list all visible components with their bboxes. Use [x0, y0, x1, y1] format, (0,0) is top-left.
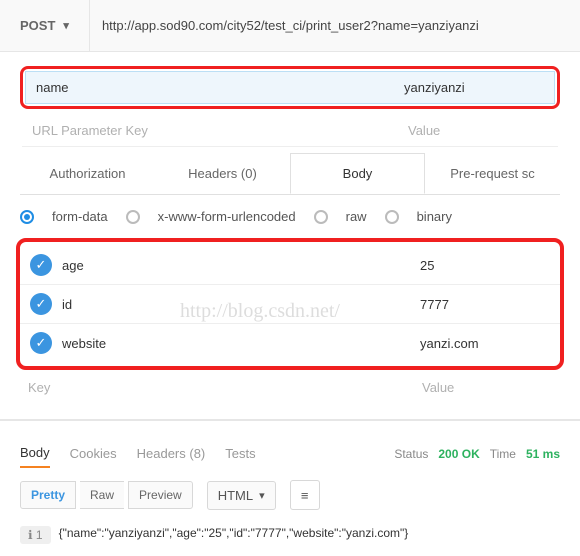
- divider: [0, 419, 580, 421]
- form-data-highlight-box: ✓ age 25 ✓ id 7777 ✓ website yanzi.com: [16, 238, 564, 370]
- url-input[interactable]: http://app.sod90.com/city52/test_ci/prin…: [90, 0, 580, 51]
- http-method-label: POST: [20, 18, 55, 33]
- response-viewbar: Pretty Raw Preview HTML ▾ ≡: [0, 468, 580, 522]
- params-highlight-box: name yanziyanzi: [20, 66, 560, 109]
- resp-tab-tests[interactable]: Tests: [225, 440, 255, 467]
- response-body-text: {"name":"yanziyanzi","age":"25","id":"77…: [59, 526, 409, 544]
- tab-prerequest[interactable]: Pre-request sc: [425, 153, 560, 194]
- form-key[interactable]: id: [62, 297, 410, 312]
- radio-form-data-label: form-data: [52, 209, 108, 224]
- form-value[interactable]: 25: [420, 258, 550, 273]
- radio-urlencoded-label: x-www-form-urlencoded: [158, 209, 296, 224]
- radio-binary[interactable]: [385, 210, 399, 224]
- param-key-placeholder[interactable]: URL Parameter Key: [22, 115, 398, 146]
- param-value-placeholder[interactable]: Value: [398, 115, 558, 146]
- time-value: 51 ms: [526, 447, 560, 461]
- status-value: 200 OK: [438, 447, 479, 461]
- tab-body[interactable]: Body: [290, 153, 425, 194]
- param-key[interactable]: name: [26, 72, 394, 103]
- form-key[interactable]: website: [62, 336, 410, 351]
- radio-raw[interactable]: [314, 210, 328, 224]
- preview-button[interactable]: Preview: [128, 481, 193, 509]
- format-label: HTML: [218, 488, 253, 503]
- resp-tab-cookies[interactable]: Cookies: [70, 440, 117, 467]
- response-body-viewer[interactable]: ℹ 1 {"name":"yanziyanzi","age":"25","id"…: [0, 522, 580, 556]
- form-value[interactable]: 7777: [420, 297, 550, 312]
- chevron-down-icon: ▾: [259, 489, 265, 502]
- wrap-icon: ≡: [301, 488, 309, 503]
- status-label: Status: [394, 447, 428, 461]
- resp-tab-headers[interactable]: Headers (8): [137, 440, 206, 467]
- form-row[interactable]: ✓ website yanzi.com: [20, 324, 560, 362]
- pretty-button[interactable]: Pretty: [20, 481, 76, 509]
- check-icon[interactable]: ✓: [30, 293, 52, 315]
- form-row[interactable]: ✓ id 7777: [20, 285, 560, 324]
- wrap-toggle-button[interactable]: ≡: [290, 480, 320, 510]
- form-value[interactable]: yanzi.com: [420, 336, 550, 351]
- line-number: ℹ 1: [20, 526, 51, 544]
- form-row[interactable]: ✓ age 25: [20, 246, 560, 285]
- request-tabs: Authorization Headers (0) Body Pre-reque…: [20, 153, 560, 195]
- time-label: Time: [490, 447, 516, 461]
- form-key-placeholder[interactable]: Key: [28, 380, 422, 395]
- form-key[interactable]: age: [62, 258, 410, 273]
- format-dropdown[interactable]: HTML ▾: [207, 481, 276, 510]
- form-placeholder-row[interactable]: Key Value: [0, 374, 580, 401]
- check-icon[interactable]: ✓: [30, 332, 52, 354]
- check-icon[interactable]: ✓: [30, 254, 52, 276]
- chevron-down-icon: ▾: [63, 19, 69, 32]
- radio-form-data[interactable]: [20, 210, 34, 224]
- resp-tab-body[interactable]: Body: [20, 439, 50, 468]
- radio-urlencoded[interactable]: [126, 210, 140, 224]
- form-value-placeholder[interactable]: Value: [422, 380, 552, 395]
- body-type-radios: form-data x-www-form-urlencoded raw bina…: [0, 195, 580, 238]
- tab-headers[interactable]: Headers (0): [155, 153, 290, 194]
- param-placeholder-row[interactable]: URL Parameter Key Value: [22, 115, 558, 147]
- http-method-dropdown[interactable]: POST ▾: [0, 0, 90, 51]
- response-tabs: Body Cookies Headers (8) Tests Status 20…: [0, 439, 580, 468]
- raw-button[interactable]: Raw: [80, 481, 124, 509]
- param-row[interactable]: name yanziyanzi: [25, 71, 555, 104]
- param-value[interactable]: yanziyanzi: [394, 72, 554, 103]
- tab-authorization[interactable]: Authorization: [20, 153, 155, 194]
- radio-binary-label: binary: [417, 209, 452, 224]
- radio-raw-label: raw: [346, 209, 367, 224]
